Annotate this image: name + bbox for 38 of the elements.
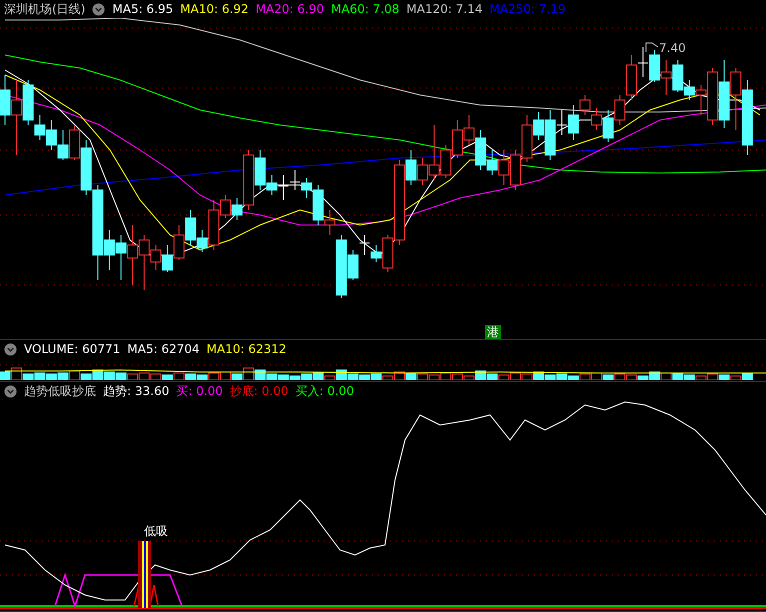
chevron-icon[interactable] — [4, 342, 17, 356]
hk-badge: 港 — [485, 325, 501, 339]
volume-bar — [104, 372, 115, 380]
legend-item: 买: 0.00 — [176, 382, 223, 400]
candlestick — [46, 120, 57, 150]
legend-item: MA250: 7.19 — [489, 2, 566, 16]
legend-item: MA120: 7.14 — [406, 2, 482, 16]
candlestick — [127, 224, 138, 286]
indicator-title: 趋势低吸抄底 — [24, 382, 96, 400]
candlestick — [162, 244, 173, 272]
legend-item: MA60: 7.08 — [331, 2, 400, 16]
legend-item: 趋势: 33.60 — [103, 382, 170, 400]
chart-title: 深圳机场(日线) — [4, 0, 86, 18]
candlestick — [464, 114, 474, 146]
volume-bar — [69, 370, 80, 380]
legend-item: 买入: 0.00 — [295, 382, 354, 400]
chevron-icon[interactable] — [4, 384, 17, 398]
candlestick — [278, 174, 289, 200]
candlestick — [290, 170, 300, 190]
chevron-icon[interactable] — [92, 2, 106, 16]
legend-item: MA5: 62704 — [127, 342, 200, 356]
legend-item: MA20: 6.90 — [256, 2, 324, 16]
legend-item: MA10: 6.92 — [180, 2, 249, 16]
signal-label: 低吸 — [144, 524, 168, 538]
candlestick — [510, 150, 521, 190]
legend-item: MA5: 6.95 — [112, 2, 174, 16]
candlestick — [660, 60, 672, 96]
candlestick — [58, 130, 68, 160]
candlestick — [649, 50, 660, 82]
legend-item: MA10: 62312 — [206, 342, 286, 356]
candlestick — [730, 68, 742, 130]
candlestick — [718, 60, 730, 128]
legend-item: VOLUME: 60771 — [24, 342, 120, 356]
candlestick — [452, 120, 463, 158]
candlestick — [174, 224, 184, 260]
candlestick — [498, 150, 510, 186]
legend-item: 抄底: 0.00 — [230, 382, 288, 400]
candlestick — [116, 234, 126, 280]
